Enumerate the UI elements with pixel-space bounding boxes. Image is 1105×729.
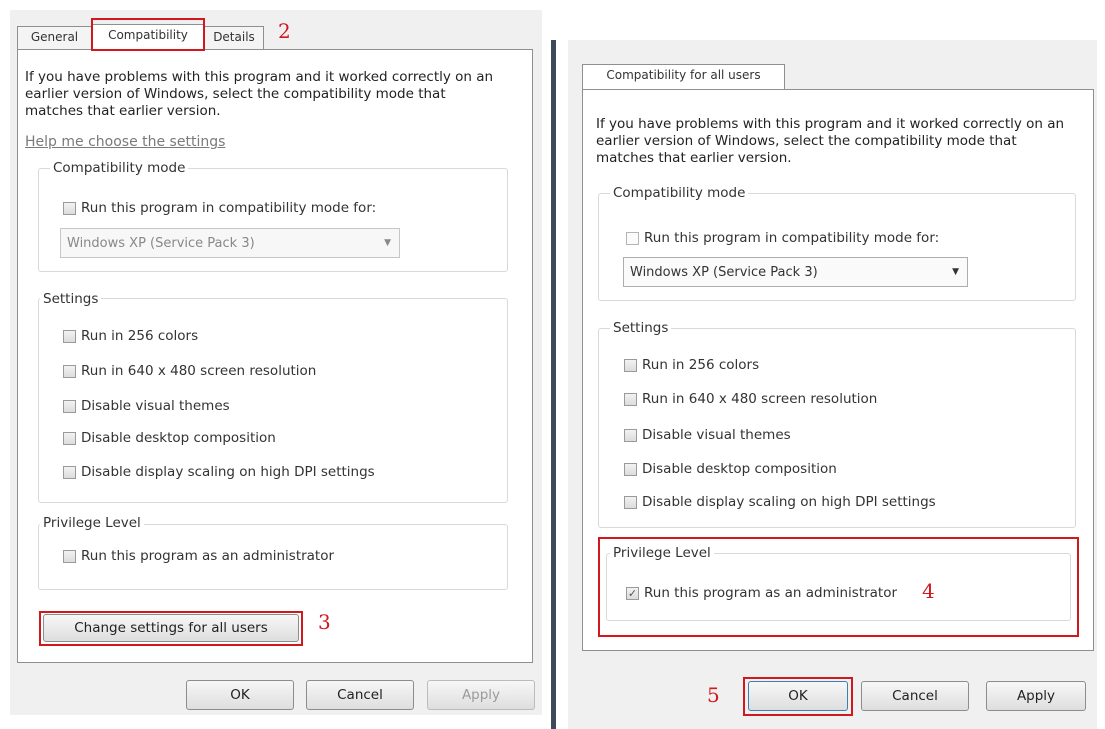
left-privilege-title: Privilege Level — [40, 515, 144, 531]
tab-general-label: General — [30, 30, 79, 44]
left-cancel-button[interactable]: Cancel — [306, 680, 414, 710]
help-link[interactable]: Help me choose the settings — [25, 134, 225, 150]
right-compat-os-select[interactable]: Windows XP (Service Pack 3) ▼ — [623, 257, 968, 287]
left-setting-label: Disable visual themes — [81, 398, 230, 414]
chevron-down-icon: ▼ — [952, 267, 959, 277]
right-setting-checkbox[interactable] — [624, 462, 637, 476]
right-setting-desktop-composition[interactable]: Disable desktop composition — [624, 461, 837, 477]
left-admin-checkbox-row[interactable]: Run this program as an administrator — [63, 548, 334, 564]
left-cancel-label: Cancel — [337, 687, 383, 703]
right-setting-640x480[interactable]: Run in 640 x 480 screen resolution — [624, 391, 877, 407]
right-setting-label: Disable visual themes — [642, 427, 791, 443]
left-setting-640x480[interactable]: Run in 640 x 480 screen resolution — [63, 363, 316, 379]
left-setting-label: Run in 256 colors — [81, 328, 199, 344]
tab-compatibility-all-users[interactable]: Compatibility for all users — [582, 64, 785, 90]
right-intro-text: If you have problems with this program a… — [596, 116, 1065, 166]
left-compat-os-select: Windows XP (Service Pack 3) ▼ — [60, 228, 400, 258]
right-settings-title: Settings — [610, 320, 672, 336]
left-setting-checkbox[interactable] — [63, 329, 76, 343]
left-setting-label: Disable desktop composition — [81, 430, 276, 446]
left-setting-label: Run in 640 x 480 screen resolution — [81, 363, 317, 379]
tab-details-label: Details — [213, 30, 255, 44]
left-compat-checkbox-row[interactable]: Run this program in compatibility mode f… — [63, 200, 376, 216]
right-setting-dpi-scaling[interactable]: Disable display scaling on high DPI sett… — [624, 494, 936, 510]
right-setting-256-colors[interactable]: Run in 256 colors — [624, 357, 759, 373]
right-compat-os-value: Windows XP (Service Pack 3) — [630, 264, 818, 280]
chevron-down-icon: ▼ — [384, 238, 391, 248]
left-setting-desktop-composition[interactable]: Disable desktop composition — [63, 430, 276, 446]
left-admin-checkbox-label: Run this program as an administrator — [81, 548, 335, 564]
right-setting-checkbox[interactable] — [624, 495, 637, 509]
left-intro-text: If you have problems with this program a… — [25, 69, 494, 119]
left-setting-visual-themes[interactable]: Disable visual themes — [63, 398, 230, 414]
right-apply-label: Apply — [1016, 688, 1056, 704]
highlight-ok-button — [743, 677, 853, 716]
highlight-change-settings-button — [39, 611, 303, 646]
left-setting-256-colors[interactable]: Run in 256 colors — [63, 328, 198, 344]
left-compat-mode-title: Compatibility mode — [50, 160, 189, 176]
left-setting-checkbox[interactable] — [63, 465, 76, 479]
left-settings-title: Settings — [40, 291, 102, 307]
right-compat-checkbox-label: Run this program in compatibility mode f… — [644, 230, 940, 246]
left-ok-label: OK — [230, 687, 250, 703]
tab-details[interactable]: Details — [204, 26, 264, 50]
left-compat-checkbox[interactable] — [63, 201, 76, 215]
right-setting-label: Run in 256 colors — [642, 357, 760, 373]
step-5-marker: 5 — [707, 683, 720, 707]
right-cancel-button[interactable]: Cancel — [861, 681, 969, 711]
right-setting-checkbox[interactable] — [624, 392, 637, 406]
right-setting-label: Disable display scaling on high DPI sett… — [642, 494, 936, 510]
left-compat-os-value: Windows XP (Service Pack 3) — [67, 235, 255, 251]
right-setting-label: Run in 640 x 480 screen resolution — [642, 391, 878, 407]
step-4-marker: 4 — [922, 579, 935, 603]
left-setting-label: Disable display scaling on high DPI sett… — [81, 464, 375, 480]
right-setting-visual-themes[interactable]: Disable visual themes — [624, 427, 791, 443]
left-apply-label: Apply — [461, 687, 501, 703]
right-cancel-label: Cancel — [892, 688, 938, 704]
right-apply-button[interactable]: Apply — [986, 681, 1086, 711]
right-compat-checkbox-row[interactable]: Run this program in compatibility mode f… — [626, 230, 939, 246]
highlight-privilege-level — [598, 537, 1079, 637]
right-compat-checkbox[interactable] — [626, 231, 639, 245]
right-setting-checkbox[interactable] — [624, 428, 637, 442]
tab-general[interactable]: General — [17, 26, 92, 50]
left-admin-checkbox[interactable] — [63, 549, 76, 563]
step-2-marker: 2 — [278, 19, 291, 43]
highlight-compatibility-tab — [91, 18, 205, 51]
left-setting-dpi-scaling[interactable]: Disable display scaling on high DPI sett… — [63, 464, 375, 480]
left-setting-checkbox[interactable] — [63, 399, 76, 413]
left-apply-button[interactable]: Apply — [427, 680, 535, 710]
step-3-marker: 3 — [318, 610, 331, 634]
right-compat-mode-title: Compatibility mode — [610, 185, 749, 201]
right-setting-label: Disable desktop composition — [642, 461, 837, 477]
left-setting-checkbox[interactable] — [63, 364, 76, 378]
right-setting-checkbox[interactable] — [624, 358, 637, 372]
left-setting-checkbox[interactable] — [63, 431, 76, 445]
tab-compatibility-all-users-label: Compatibility for all users — [606, 68, 761, 82]
left-ok-button[interactable]: OK — [186, 680, 294, 710]
left-compat-checkbox-label: Run this program in compatibility mode f… — [81, 200, 377, 216]
